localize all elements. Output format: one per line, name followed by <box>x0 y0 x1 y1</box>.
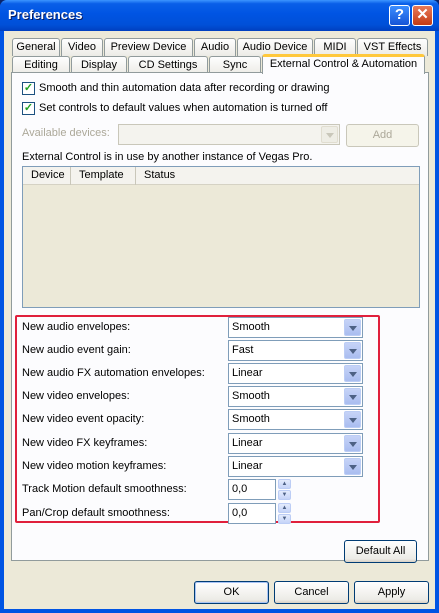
new-audio-event-gain-dropdown[interactable]: Fast <box>228 340 363 361</box>
chevron-down-icon <box>344 319 361 336</box>
spin-up-icon[interactable]: ▲ <box>278 479 291 489</box>
smooth-checkbox[interactable]: ✓ <box>22 82 35 95</box>
default-values-checkbox[interactable]: ✓ <box>22 102 35 115</box>
column-status[interactable]: Status <box>136 167 186 185</box>
available-devices-dropdown[interactable] <box>118 124 340 145</box>
new-video-fx-keyframes-dropdown[interactable]: Linear <box>228 433 363 454</box>
close-button[interactable]: ✕ <box>412 5 433 26</box>
chevron-down-icon <box>344 435 361 452</box>
column-device[interactable]: Device <box>23 167 71 185</box>
help-button[interactable]: ? <box>389 5 410 26</box>
preferences-window: Preferences ? ✕ General Video Preview De… <box>0 0 439 613</box>
chevron-down-icon <box>344 411 361 428</box>
new-video-event-opacity-dropdown[interactable]: Smooth <box>228 409 363 430</box>
tab-general[interactable]: General <box>12 38 60 56</box>
device-list-header: Device Template Status <box>23 167 419 185</box>
spin-down-icon[interactable]: ▼ <box>278 490 291 500</box>
tab-video[interactable]: Video <box>61 38 103 56</box>
chevron-down-icon <box>344 365 361 382</box>
pan-crop-smoothness-spinner[interactable]: ▲ ▼ <box>278 503 291 524</box>
track-motion-smoothness-spinner[interactable]: ▲ ▼ <box>278 479 291 500</box>
spin-down-icon[interactable]: ▼ <box>278 514 291 524</box>
pan-crop-smoothness-input[interactable]: 0,0 <box>228 503 276 524</box>
tab-audio[interactable]: Audio <box>194 38 236 56</box>
new-video-motion-keyframes-label: New video motion keyframes: <box>22 460 167 472</box>
new-video-envelopes-label: New video envelopes: <box>22 390 130 402</box>
add-button[interactable]: Add <box>346 124 419 147</box>
tab-external-control-automation[interactable]: External Control & Automation <box>262 54 425 74</box>
cancel-button[interactable]: Cancel <box>274 581 349 604</box>
title-bar[interactable]: Preferences ? ✕ <box>0 0 439 31</box>
external-control-status-text: External Control is in use by another in… <box>22 151 313 163</box>
available-devices-label: Available devices: <box>22 127 110 139</box>
tab-preview-device[interactable]: Preview Device <box>104 38 193 56</box>
chevron-down-icon <box>344 342 361 359</box>
window-title: Preferences <box>8 7 83 22</box>
new-audio-event-gain-label: New audio event gain: <box>22 344 131 356</box>
new-video-envelopes-dropdown[interactable]: Smooth <box>228 386 363 407</box>
default-values-checkbox-label[interactable]: Set controls to default values when auto… <box>39 102 327 114</box>
new-audio-envelopes-dropdown[interactable]: Smooth <box>228 317 363 338</box>
tab-panel: ✓ Smooth and thin automation data after … <box>11 72 429 561</box>
track-motion-smoothness-label: Track Motion default smoothness: <box>22 483 187 495</box>
checkmark-icon: ✓ <box>23 82 34 94</box>
dialog-client: General Video Preview Device Audio Audio… <box>4 31 435 609</box>
column-template[interactable]: Template <box>71 167 136 185</box>
apply-button[interactable]: Apply <box>354 581 429 604</box>
new-audio-envelopes-label: New audio envelopes: <box>22 321 131 333</box>
new-audio-fx-envelopes-label: New audio FX automation envelopes: <box>22 367 205 379</box>
chevron-down-icon <box>321 126 338 143</box>
chevron-down-icon <box>344 388 361 405</box>
new-audio-fx-envelopes-dropdown[interactable]: Linear <box>228 363 363 384</box>
chevron-down-icon <box>344 458 361 475</box>
checkmark-icon: ✓ <box>23 102 34 114</box>
new-video-event-opacity-label: New video event opacity: <box>22 413 145 425</box>
smooth-checkbox-label[interactable]: Smooth and thin automation data after re… <box>39 82 329 94</box>
device-list[interactable]: Device Template Status <box>22 166 420 308</box>
ok-button[interactable]: OK <box>194 581 269 604</box>
spin-up-icon[interactable]: ▲ <box>278 503 291 513</box>
new-video-fx-keyframes-label: New video FX keyframes: <box>22 437 148 449</box>
pan-crop-smoothness-label: Pan/Crop default smoothness: <box>22 507 170 519</box>
track-motion-smoothness-input[interactable]: 0,0 <box>228 479 276 500</box>
default-all-button[interactable]: Default All <box>344 540 417 563</box>
new-video-motion-keyframes-dropdown[interactable]: Linear <box>228 456 363 477</box>
